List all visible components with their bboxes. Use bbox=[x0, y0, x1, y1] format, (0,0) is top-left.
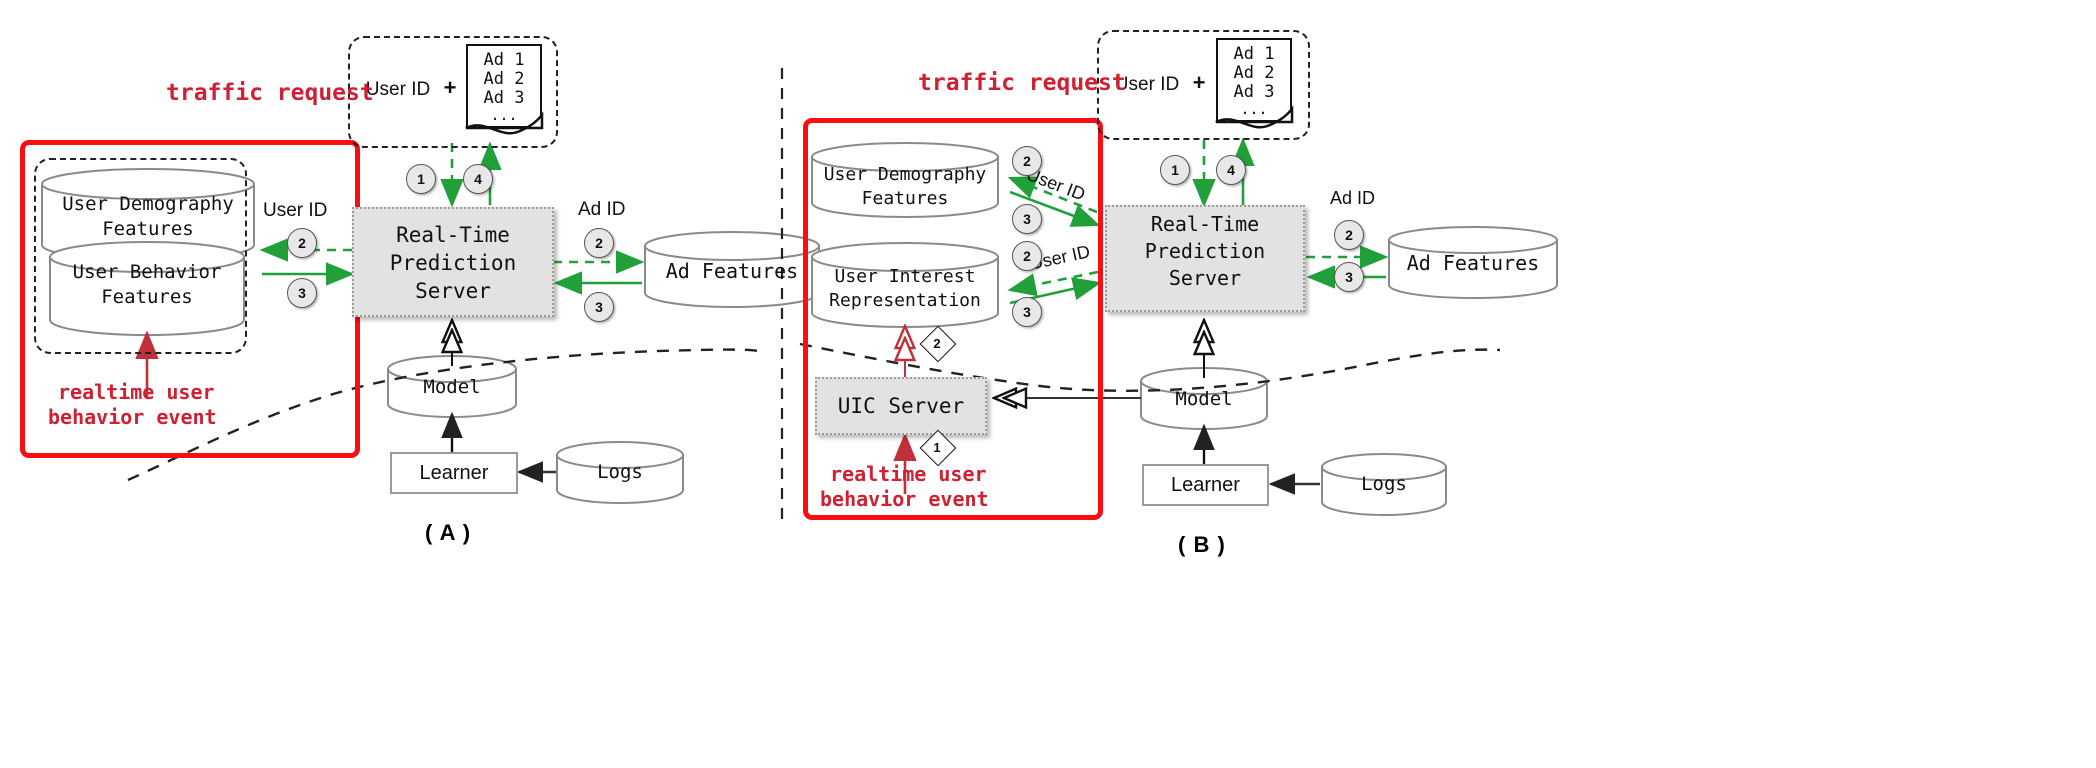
panel-a-ad-id-label: Ad ID bbox=[578, 199, 626, 220]
panel-b-ad-id-label: Ad ID bbox=[1330, 188, 1376, 208]
panel-b-request-plus: + bbox=[1192, 70, 1206, 95]
panel-b-demography-store-line-2: Features bbox=[861, 187, 949, 209]
panel-b-step-3-demo: 3 bbox=[1012, 204, 1042, 234]
panel-b-step-2-interest: 2 bbox=[1012, 241, 1042, 271]
panel-a-step-3-user: 3 bbox=[287, 278, 317, 308]
panel-a-feature-store-group bbox=[34, 158, 247, 354]
panel-b-diamond-step-2-label: 2 bbox=[933, 335, 941, 351]
panel-a-ad-line-ellipsis: ... bbox=[490, 106, 518, 124]
panel-b-step-4: 4 bbox=[1216, 155, 1246, 185]
panel-b-model-store: Model bbox=[1175, 388, 1233, 410]
panel-a-step-1: 1 bbox=[406, 164, 436, 194]
panel-b-ad-line-ellipsis: ... bbox=[1240, 100, 1268, 118]
panel-b-interest-store-line-2: Representation bbox=[829, 289, 981, 311]
panel-b-demography-store-line-1: User Demography bbox=[823, 163, 987, 185]
panel-a-user-id-label: User ID bbox=[263, 200, 328, 221]
panel-b-uic-server-label: UIC Server bbox=[837, 394, 965, 418]
panel-b-prediction-server-line-3: Server bbox=[1168, 266, 1242, 290]
panel-a-step-3-ad: 3 bbox=[584, 292, 614, 322]
panel-a-behavior-store-line-2: Features bbox=[101, 286, 193, 308]
panel-a-step-4: 4 bbox=[463, 164, 493, 194]
panel-a-model-store: Model bbox=[423, 376, 481, 398]
panel-a-request-plus: + bbox=[443, 75, 457, 100]
panel-a-prediction-server-line-1: Real-Time bbox=[396, 223, 510, 247]
panel-b-step-3-ad: 3 bbox=[1334, 262, 1364, 292]
panel-a-step-2-user: 2 bbox=[287, 228, 317, 258]
panel-b-tag: ( B ) bbox=[1178, 532, 1226, 557]
panel-b-prediction-server-line-2: Prediction bbox=[1144, 239, 1266, 263]
panel-b-ad-line-2: Ad 2 bbox=[1233, 62, 1275, 83]
panel-b-traffic-request-label: traffic request bbox=[918, 70, 1126, 96]
panel-a-prediction-server-line-2: Prediction bbox=[389, 251, 517, 275]
panel-b-prediction-server-line-1: Real-Time bbox=[1150, 212, 1260, 236]
panel-a-note-line-2: behavior event bbox=[48, 405, 217, 429]
panel-b-learner-label: Learner bbox=[1171, 473, 1240, 496]
panel-a-behavior-store-line-1: User Behavior bbox=[72, 261, 222, 283]
panel-b-diamond-step-1: 1 bbox=[919, 429, 957, 467]
panel-b-note-line-2: behavior event bbox=[820, 487, 989, 511]
panel-a-tag: ( A ) bbox=[425, 520, 472, 545]
figure-root: User ID + Ad 1 Ad 2 Ad 3 ... traffic req… bbox=[0, 0, 2096, 768]
panel-a-ad-features-store: Ad Features bbox=[665, 259, 799, 283]
panel-b-interest-store-line-1: User Interest bbox=[834, 265, 976, 287]
panel-a-learner-label: Learner bbox=[419, 461, 489, 484]
panel-b-note-line-1: realtime user bbox=[830, 462, 987, 486]
panel-a-prediction-server-line-3: Server bbox=[415, 279, 491, 303]
panel-b-ad-line-1: Ad 1 bbox=[1233, 43, 1275, 64]
panel-b-ad-features-store: Ad Features bbox=[1406, 251, 1540, 275]
panel-b-diamond-step-2: 2 bbox=[919, 325, 957, 363]
panel-b-step-2-ad: 2 bbox=[1334, 220, 1364, 250]
panel-a-ad-line-2: Ad 2 bbox=[483, 68, 525, 89]
panel-a-demography-store-line-1: User Demography bbox=[62, 193, 234, 215]
panel-b-diamond-step-1-label: 1 bbox=[933, 439, 941, 455]
panel-a-note-line-1: realtime user bbox=[58, 380, 215, 404]
panel-a-logs-store: Logs bbox=[597, 461, 643, 483]
panel-b-step-2-demo: 2 bbox=[1012, 146, 1042, 176]
panel-a-demography-store-line-2: Features bbox=[102, 218, 194, 240]
panel-a-traffic-request-label: traffic request bbox=[166, 80, 374, 106]
panel-b-logs-store: Logs bbox=[1361, 473, 1407, 495]
panel-a-step-2-ad: 2 bbox=[584, 228, 614, 258]
panel-a-ad-line-1: Ad 1 bbox=[483, 49, 525, 70]
panel-b-step-3-interest: 3 bbox=[1012, 297, 1042, 327]
panel-b-step-1: 1 bbox=[1160, 155, 1190, 185]
panel-a-ad-line-3: Ad 3 bbox=[483, 87, 525, 108]
panel-b-ad-line-3: Ad 3 bbox=[1233, 81, 1275, 102]
